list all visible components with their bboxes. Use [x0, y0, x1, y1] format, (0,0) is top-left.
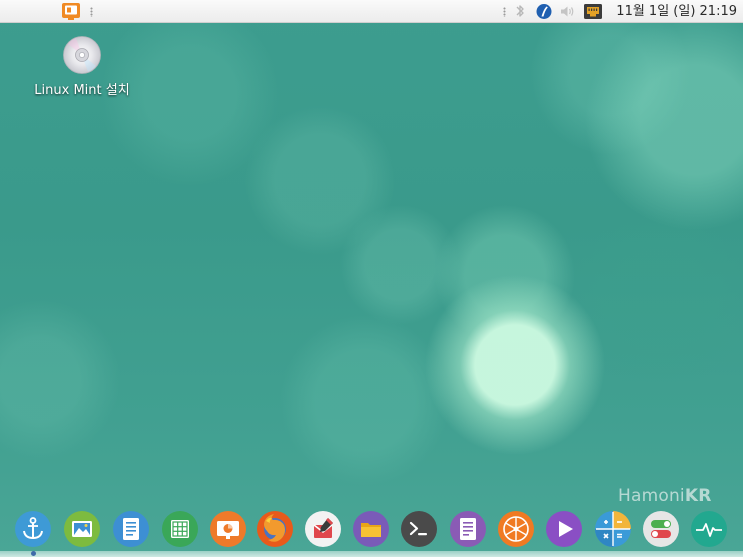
- cd-disc-icon: [62, 35, 102, 75]
- menu-icon[interactable]: [61, 2, 81, 21]
- text-editor-icon: [450, 511, 486, 547]
- xapp-status-icon[interactable]: [535, 3, 553, 20]
- dock-item-terminal[interactable]: [400, 510, 438, 548]
- anchor-icon: [15, 511, 51, 547]
- dock-item-orange-app[interactable]: [497, 510, 535, 548]
- image-viewer-icon: [64, 511, 100, 547]
- dock-item-text-document[interactable]: [112, 510, 150, 548]
- dock-item-system-monitor[interactable]: [690, 510, 728, 548]
- network-icon[interactable]: [583, 3, 603, 20]
- dock-item-settings-toggle[interactable]: [642, 510, 680, 548]
- folder-icon: [353, 511, 389, 547]
- dock-item-mail[interactable]: [304, 510, 342, 548]
- mail-icon: [305, 511, 341, 547]
- dock-item-calculator[interactable]: [594, 510, 632, 548]
- spreadsheet-icon: [162, 511, 198, 547]
- settings-toggle-icon: [643, 511, 679, 547]
- watermark: HamoniKR: [618, 486, 712, 506]
- bluetooth-icon[interactable]: [511, 3, 529, 20]
- desktop-icon-install-linux-mint[interactable]: Linux Mint 설치: [26, 33, 138, 99]
- text-document-icon: [113, 511, 149, 547]
- dock-item-spreadsheet[interactable]: [161, 510, 199, 548]
- watermark-suffix: KR: [684, 486, 712, 506]
- watermark-prefix: Hamoni: [618, 486, 685, 506]
- presentation-icon: [210, 511, 246, 547]
- dock-item-media-player[interactable]: [545, 510, 583, 548]
- top-panel: 11월 1일 (일) 21:19: [0, 0, 743, 23]
- dock-item-image-viewer[interactable]: [63, 510, 101, 548]
- dock-item-text-editor[interactable]: [449, 510, 487, 548]
- dock-item-anchor[interactable]: [14, 510, 52, 548]
- system-monitor-icon: [691, 511, 727, 547]
- clock[interactable]: 11월 1일 (일) 21:19: [616, 0, 737, 23]
- calculator-icon: [595, 511, 631, 547]
- media-player-icon: [546, 511, 582, 547]
- dock: [0, 551, 743, 557]
- dock-item-folder[interactable]: [352, 510, 390, 548]
- panel-handle[interactable]: [503, 7, 506, 17]
- dock-item-firefox[interactable]: [256, 510, 294, 548]
- panel-handle[interactable]: [90, 7, 93, 17]
- desktop-icon-label: Linux Mint 설치: [34, 83, 130, 98]
- dock-item-presentation[interactable]: [209, 510, 247, 548]
- running-indicator: [31, 551, 36, 556]
- volume-icon[interactable]: [559, 3, 577, 20]
- firefox-icon: [257, 511, 293, 547]
- terminal-icon: [401, 511, 437, 547]
- desktop[interactable]: 11월 1일 (일) 21:19 Linux Mint 설치 HamoniKR: [0, 0, 743, 557]
- orange-app-icon: [498, 511, 534, 547]
